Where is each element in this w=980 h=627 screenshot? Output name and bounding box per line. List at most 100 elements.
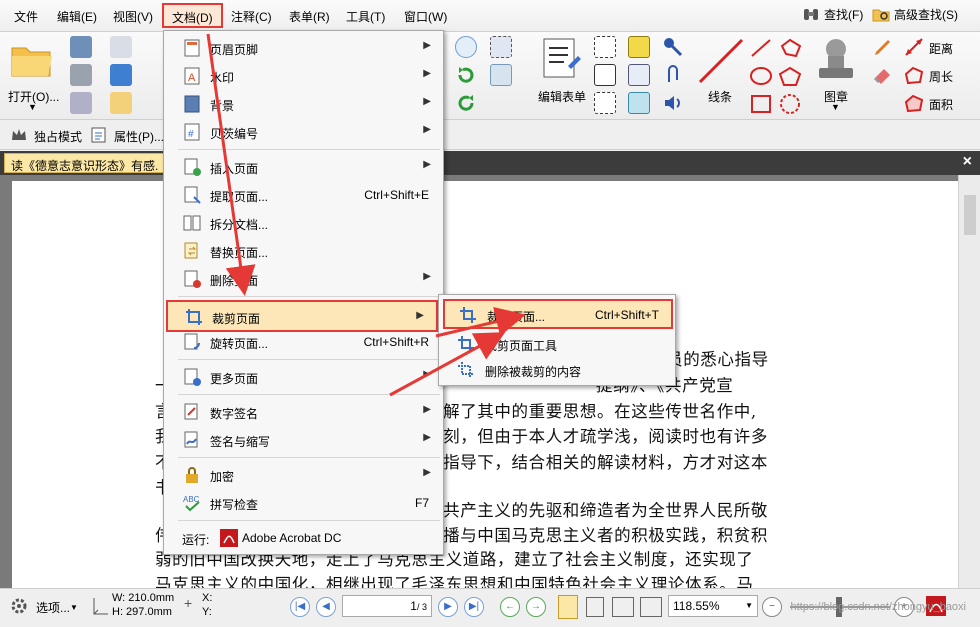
typewriter-icon[interactable] bbox=[628, 36, 650, 58]
menu-item-delete-page[interactable]: 删除页面 ▶ bbox=[164, 266, 443, 292]
new-doc-icon[interactable] bbox=[110, 92, 132, 114]
paperclip-icon[interactable] bbox=[662, 64, 684, 86]
last-page-button[interactable]: ▶| bbox=[464, 597, 484, 617]
line-icon[interactable] bbox=[696, 36, 746, 86]
underline-icon[interactable] bbox=[628, 92, 650, 114]
single-page-icon[interactable] bbox=[558, 595, 578, 619]
menu-item-background[interactable]: 背景 ▶ bbox=[164, 91, 443, 117]
vertical-scrollbar[interactable] bbox=[958, 175, 980, 588]
properties-button[interactable]: 属性(P)... bbox=[114, 128, 164, 145]
menu-item-watermark[interactable]: A 水印 ▶ bbox=[164, 63, 443, 89]
gear-icon[interactable] bbox=[10, 597, 28, 615]
print-icon[interactable] bbox=[70, 64, 92, 86]
submenu-item-delete-cropped[interactable]: 删除被裁剪的内容 bbox=[439, 357, 675, 383]
scrollbar-thumb[interactable] bbox=[964, 195, 976, 235]
chevron-right-icon: ▶ bbox=[423, 467, 431, 478]
previous-page-button[interactable]: ◀ bbox=[316, 597, 336, 617]
split-document-icon bbox=[183, 215, 201, 231]
text-field-icon[interactable] bbox=[594, 64, 616, 86]
save-icon[interactable] bbox=[70, 36, 92, 58]
pencil-icon[interactable] bbox=[872, 36, 894, 58]
edit-form-icon[interactable] bbox=[540, 36, 584, 80]
email-icon[interactable] bbox=[110, 36, 132, 58]
cloud-icon[interactable] bbox=[110, 64, 132, 86]
page-number-input[interactable]: 1/ 3 bbox=[342, 595, 432, 617]
current-page: 1 bbox=[410, 599, 417, 613]
back-button[interactable]: ← bbox=[500, 597, 520, 617]
chevron-right-icon: ▶ bbox=[423, 96, 431, 107]
key-icon[interactable] bbox=[662, 36, 684, 58]
close-tab-icon[interactable]: × bbox=[963, 153, 972, 171]
menu-item-extract-page[interactable]: 提取页面... Ctrl+Shift+E bbox=[164, 182, 443, 208]
menu-item-label: 贝茨编号 bbox=[210, 127, 259, 141]
stamp-icon[interactable] bbox=[815, 36, 857, 82]
submenu-item-crop-page[interactable]: 裁剪页面... Ctrl+Shift+T bbox=[443, 299, 673, 329]
perimeter-icon[interactable] bbox=[903, 64, 925, 86]
menu-item-insert-page[interactable]: 插入页面 ▶ bbox=[164, 154, 443, 180]
find-button[interactable]: 查找(F) bbox=[802, 5, 863, 23]
menu-window[interactable]: 窗口(W) bbox=[404, 8, 447, 25]
menu-item-rotate-page[interactable]: 旋转页面... Ctrl+Shift+R bbox=[164, 329, 443, 355]
area-icon[interactable] bbox=[903, 92, 925, 114]
first-page-button[interactable]: |◀ bbox=[290, 597, 310, 617]
zoom-in-icon[interactable] bbox=[455, 36, 477, 58]
menu-item-digital-signature[interactable]: 数字签名 ▶ bbox=[164, 399, 443, 425]
facing-pages-icon[interactable] bbox=[612, 597, 634, 617]
eraser-icon[interactable] bbox=[872, 64, 894, 86]
menu-file[interactable]: 文件 bbox=[14, 8, 38, 25]
add-page-icon[interactable] bbox=[490, 64, 512, 86]
zoom-input[interactable]: 118.55% ▼ bbox=[668, 595, 758, 617]
callout-icon[interactable] bbox=[594, 92, 616, 114]
rotate-page-icon bbox=[184, 333, 200, 350]
strikeout-icon[interactable] bbox=[628, 64, 650, 86]
area-label[interactable]: 面积 bbox=[929, 96, 953, 113]
menu-tools[interactable]: 工具(T) bbox=[346, 8, 385, 25]
menu-item-header-footer[interactable]: 页眉页脚 ▶ bbox=[164, 35, 443, 61]
sound-icon[interactable] bbox=[662, 92, 684, 114]
submenu-item-crop-tool[interactable]: 裁剪页面工具 bbox=[439, 331, 675, 357]
shapes-icon[interactable] bbox=[748, 36, 808, 116]
next-page-button[interactable]: ▶ bbox=[438, 597, 458, 617]
menu-item-bates-numbering[interactable]: # 贝茨编号 ▶ bbox=[164, 119, 443, 145]
menu-item-replace-page[interactable]: 替换页面... bbox=[164, 238, 443, 264]
menu-comment[interactable]: 注释(C) bbox=[231, 8, 272, 25]
page-down-icon[interactable] bbox=[70, 92, 92, 114]
advanced-find-button[interactable]: 高级查找(S) bbox=[872, 5, 958, 23]
menu-item-run-acrobat[interactable]: 运行: Adobe Acrobat DC bbox=[164, 525, 443, 551]
open-dropdown-icon[interactable]: ▼ bbox=[28, 102, 37, 112]
run-app-label: Adobe Acrobat DC bbox=[242, 531, 342, 545]
menu-item-spell-check[interactable]: ABC 拼写检查 F7 bbox=[164, 490, 443, 516]
line-label[interactable]: 线条 bbox=[708, 88, 732, 105]
more-pages-icon bbox=[184, 368, 201, 386]
menu-item-encrypt[interactable]: 加密 ▶ bbox=[164, 462, 443, 488]
distance-label[interactable]: 距离 bbox=[929, 40, 953, 57]
options-dropdown-icon[interactable]: ▼ bbox=[70, 603, 78, 612]
menu-form[interactable]: 表单(R) bbox=[289, 8, 330, 25]
zoom-out-button[interactable]: − bbox=[762, 597, 782, 617]
document-tab[interactable]: 读《德意志意识形态》有感. bbox=[4, 153, 164, 173]
rotate-left-icon[interactable] bbox=[455, 64, 477, 86]
menu-item-shortcut: Ctrl+Shift+E bbox=[364, 188, 429, 202]
open-folder-icon[interactable] bbox=[10, 40, 54, 80]
menu-document[interactable]: 文档(D) bbox=[162, 3, 223, 28]
menu-item-split-document[interactable]: 拆分文档... bbox=[164, 210, 443, 236]
rotate-right-icon[interactable] bbox=[455, 92, 477, 114]
menu-view[interactable]: 视图(V) bbox=[113, 8, 153, 25]
perimeter-label[interactable]: 周长 bbox=[929, 68, 953, 85]
zoom-dropdown-icon[interactable]: ▼ bbox=[745, 601, 753, 610]
continuous-facing-icon[interactable] bbox=[640, 597, 662, 617]
menu-item-more-pages[interactable]: 更多页面 ▶ bbox=[164, 364, 443, 390]
menu-edit[interactable]: 编辑(E) bbox=[57, 8, 97, 25]
options-button[interactable]: 选项... bbox=[36, 599, 70, 616]
distance-icon[interactable] bbox=[903, 36, 925, 58]
menu-item-sign-initials[interactable]: 签名与缩写 ▶ bbox=[164, 427, 443, 453]
edit-form-label[interactable]: 编辑表单 bbox=[538, 88, 586, 105]
select-area-icon[interactable] bbox=[490, 36, 512, 58]
forward-button[interactable]: → bbox=[526, 597, 546, 617]
menu-separator bbox=[178, 394, 440, 395]
continuous-page-icon[interactable] bbox=[586, 597, 604, 617]
exclusive-mode-button[interactable]: 独占模式 bbox=[34, 128, 82, 145]
stamp-dropdown-icon[interactable]: ▼ bbox=[831, 102, 840, 112]
menu-item-crop-page[interactable]: 裁剪页面 ▶ bbox=[166, 300, 438, 332]
text-box-icon[interactable] bbox=[594, 36, 616, 58]
